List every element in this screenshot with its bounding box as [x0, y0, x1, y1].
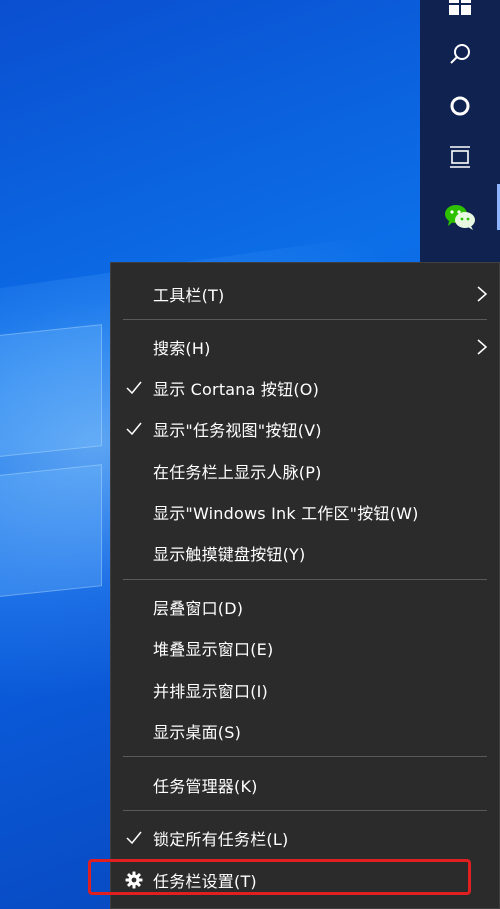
- menu-item-label: 层叠窗口(D): [153, 599, 244, 618]
- annotation-highlight-box: [88, 859, 471, 895]
- menu-item-show-task-view[interactable]: 显示"任务视图"按钮(V): [111, 409, 500, 449]
- task-view-button[interactable]: [420, 131, 500, 187]
- chevron-right-icon: [475, 285, 489, 303]
- wallpaper-logo-pane: [0, 464, 102, 598]
- menu-item-side-by-side-windows[interactable]: 并排显示窗口(I): [111, 670, 500, 710]
- menu-item-show-touch-keyboard[interactable]: 显示触摸键盘按钮(Y): [111, 533, 500, 573]
- menu-item-label: 在任务栏上显示人脉(P): [153, 463, 322, 482]
- menu-item-label: 显示桌面(S): [153, 723, 242, 742]
- menu-item-label: 搜索(H): [153, 339, 211, 358]
- menu-item-stack-windows[interactable]: 堆叠显示窗口(E): [111, 628, 500, 668]
- menu-item-task-manager[interactable]: 任务管理器(K): [111, 765, 500, 805]
- search-icon: [448, 42, 472, 70]
- menu-separator: [123, 579, 487, 580]
- cortana-button[interactable]: [420, 80, 500, 136]
- menu-item-label: 任务管理器(K): [153, 777, 258, 796]
- menu-item-label: 显示触摸键盘按钮(Y): [153, 545, 306, 564]
- menu-item-cascade-windows[interactable]: 层叠窗口(D): [111, 587, 500, 627]
- checkmark-icon: [125, 420, 143, 438]
- menu-item-search[interactable]: 搜索(H): [111, 327, 500, 367]
- taskbar-context-menu[interactable]: 工具栏(T) 搜索(H) 显示 Cortana 按钮(O) 显示"任务视图"按钮…: [110, 262, 500, 909]
- task-view-icon: [448, 145, 472, 173]
- wechat-icon: [444, 203, 476, 235]
- checkmark-icon: [125, 379, 143, 397]
- search-button[interactable]: [420, 28, 500, 84]
- menu-item-label: 工具栏(T): [153, 286, 225, 305]
- menu-item-show-windows-ink[interactable]: 显示"Windows Ink 工作区"按钮(W): [111, 492, 500, 532]
- menu-item-label: 显示"Windows Ink 工作区"按钮(W): [153, 504, 419, 523]
- cortana-icon: [449, 95, 471, 121]
- menu-item-label: 堆叠显示窗口(E): [153, 640, 274, 659]
- checkmark-icon: [125, 829, 143, 847]
- menu-item-label: 显示 Cortana 按钮(O): [153, 380, 320, 399]
- menu-item-lock-taskbars[interactable]: 锁定所有任务栏(L): [111, 818, 500, 858]
- chevron-right-icon: [475, 338, 489, 356]
- menu-separator: [123, 810, 487, 811]
- menu-item-show-desktop[interactable]: 显示桌面(S): [111, 711, 500, 751]
- menu-item-toolbars[interactable]: 工具栏(T): [111, 274, 500, 314]
- windows-start-icon: [449, 0, 471, 19]
- wechat-taskbar-button[interactable]: [420, 191, 500, 247]
- menu-separator: [123, 319, 487, 320]
- menu-item-label: 锁定所有任务栏(L): [153, 830, 289, 849]
- menu-item-label: 并排显示窗口(I): [153, 682, 269, 701]
- wallpaper-logo-pane: [0, 324, 102, 458]
- menu-separator: [123, 756, 487, 757]
- menu-item-label: 显示"任务视图"按钮(V): [153, 421, 322, 440]
- menu-item-show-cortana[interactable]: 显示 Cortana 按钮(O): [111, 368, 500, 408]
- menu-item-show-people[interactable]: 在任务栏上显示人脉(P): [111, 451, 500, 491]
